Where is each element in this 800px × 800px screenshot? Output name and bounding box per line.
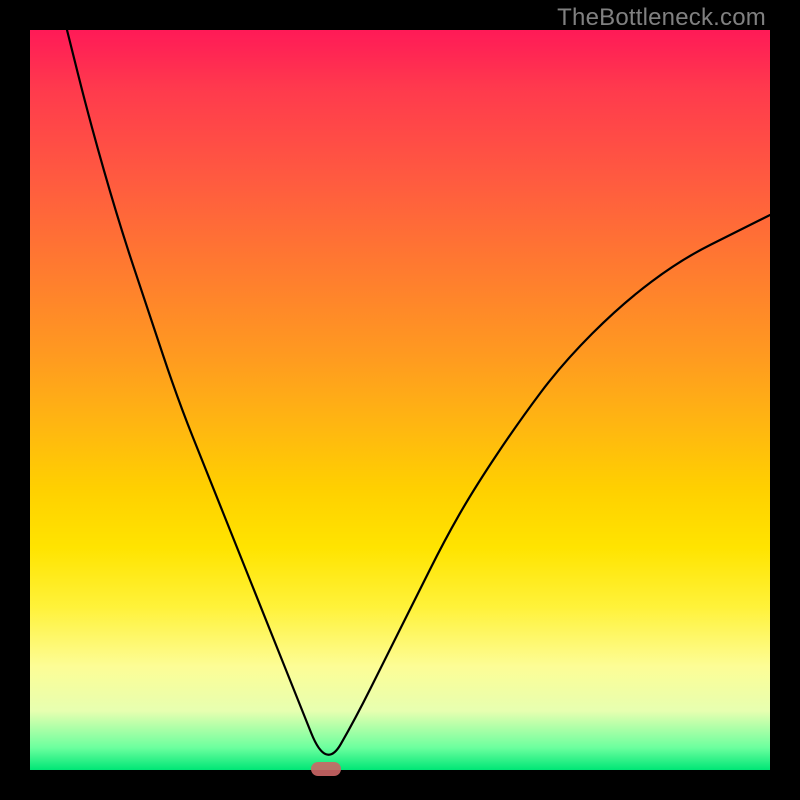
watermark-text: TheBottleneck.com <box>557 4 766 32</box>
minimum-marker <box>311 762 341 777</box>
plot-area <box>30 30 770 770</box>
bottleneck-curve <box>67 30 770 755</box>
chart-frame: TheBottleneck.com <box>0 0 800 800</box>
curve-svg <box>30 30 770 770</box>
